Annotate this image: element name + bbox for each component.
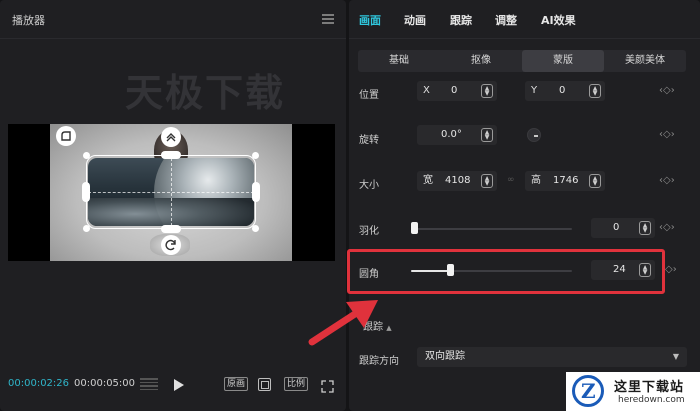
subtab-mask[interactable]: 蒙版 [522, 50, 604, 72]
feather-value: 0 [613, 222, 620, 233]
play-icon[interactable] [174, 379, 184, 391]
original-quality-button[interactable]: 原画 [224, 377, 249, 391]
mask-corner-handle[interactable] [252, 152, 259, 159]
mask-selection-border[interactable] [86, 155, 256, 229]
rotate-icon[interactable] [161, 235, 181, 255]
tab-animation[interactable]: 动画 [404, 12, 426, 28]
mask-left-handle[interactable] [82, 182, 90, 202]
watermark: 天极下载 [125, 71, 286, 115]
height-prefix: 高 [531, 175, 541, 186]
subtab-basic[interactable]: 基础 [358, 50, 440, 72]
mask-corner-handle[interactable] [252, 225, 259, 232]
corner-radius-icon[interactable] [56, 126, 76, 146]
stepper-icon[interactable]: ▲ ▼ [639, 221, 651, 235]
keyframe-icon[interactable]: ‹◇› [659, 222, 675, 233]
stepper-icon[interactable]: ▲ ▼ [589, 174, 601, 188]
feather-slider-track[interactable] [411, 228, 572, 230]
tab-ai-effects[interactable]: AI效果 [541, 12, 576, 28]
logo-mark: Z [572, 375, 604, 407]
stepper-icon[interactable]: ▲ ▼ [481, 174, 493, 188]
tracking-direction-label: 跟踪方向 [359, 356, 399, 367]
fullscreen-icon[interactable] [321, 378, 334, 393]
size-label: 大小 [359, 180, 379, 191]
tracking-direction-select[interactable]: 双向跟踪 ▼ [417, 347, 687, 367]
site-logo: Z 这里下载站 heredown.com [566, 372, 700, 411]
logo-name: 这里下载站 [614, 380, 685, 395]
subtab-beauty[interactable]: 美颜美体 [604, 50, 686, 72]
feather-label: 羽化 [359, 226, 379, 237]
player-panel: 播放器 天极下载 00:00:02:26 00:00:05:00 原画 比例 [0, 0, 346, 411]
stepper-icon[interactable]: ▲ ▼ [589, 84, 601, 98]
subtab-bar: 基础 抠像 蒙版 美颜美体 [358, 50, 686, 72]
tab-picture[interactable]: 画面 [359, 12, 381, 28]
stepper-icon[interactable]: ▲ ▼ [481, 84, 493, 98]
logo-url: heredown.com [618, 395, 685, 405]
rotation-value: 0.0° [441, 129, 462, 140]
divider [349, 38, 700, 39]
mask-top-handle[interactable] [161, 151, 181, 159]
keyframe-icon[interactable]: ‹◇› [659, 129, 675, 140]
tracking-direction-value: 双向跟踪 [425, 351, 465, 362]
tab-tracking[interactable]: 跟踪 [450, 12, 472, 28]
width-prefix: 宽 [423, 175, 433, 186]
size-height-field[interactable]: 高 1746 ▲ ▼ [525, 171, 605, 191]
waveform-icon[interactable] [140, 378, 158, 390]
logo-letter: Z [581, 379, 596, 403]
tab-adjust[interactable]: 调整 [495, 12, 517, 28]
x-value: 0 [451, 85, 458, 96]
menu-icon[interactable] [322, 14, 334, 24]
feather-chevron-icon[interactable] [161, 127, 181, 147]
width-value: 4108 [445, 175, 471, 186]
position-x-field[interactable]: X 0 ▲ ▼ [417, 81, 497, 101]
mask-bottom-handle[interactable] [161, 225, 181, 233]
keyframe-icon[interactable]: ◇› [665, 264, 677, 275]
properties-panel: 画面 动画 跟踪 调整 AI效果 基础 抠像 蒙版 美颜美体 位置 X 0 ▲ ▼… [349, 0, 700, 411]
y-prefix: Y [531, 85, 538, 96]
crop-icon[interactable] [258, 378, 271, 391]
height-value: 1746 [553, 175, 579, 186]
rotation-field[interactable]: 0.0° ▲ ▼ [417, 125, 497, 145]
feather-slider-knob[interactable] [411, 222, 418, 234]
mask-right-handle[interactable] [252, 182, 260, 202]
link-icon[interactable]: ∞ [507, 175, 515, 185]
mask-corner-handle[interactable] [83, 225, 90, 232]
position-y-field[interactable]: Y 0 ▲ ▼ [525, 81, 605, 101]
x-prefix: X [423, 85, 430, 96]
mask-corner-handle[interactable] [83, 152, 90, 159]
current-time: 00:00:02:26 [8, 378, 70, 389]
player-title: 播放器 [12, 14, 45, 27]
rotation-dial-icon[interactable] [527, 128, 541, 142]
y-value: 0 [559, 85, 566, 96]
app-window: 播放器 天极下载 00:00:02:26 00:00:05:00 原画 比例 画… [0, 0, 700, 411]
chevron-down-icon: ▼ [672, 352, 679, 361]
keyframe-icon[interactable]: ‹◇› [659, 85, 675, 96]
size-width-field[interactable]: 宽 4108 ▲ ▼ [417, 171, 497, 191]
keyframe-icon[interactable]: ‹◇› [659, 175, 675, 186]
annotation-arrow-icon [308, 300, 378, 346]
total-time: 00:00:05:00 [74, 378, 136, 389]
rotation-label: 旋转 [359, 135, 379, 146]
subtab-cutout[interactable]: 抠像 [440, 50, 522, 72]
stepper-icon[interactable]: ▲ ▼ [481, 128, 493, 142]
position-label: 位置 [359, 90, 379, 101]
tab-bar: 画面 动画 跟踪 调整 AI效果 [349, 0, 700, 38]
aspect-ratio-button[interactable]: 比例 [284, 377, 309, 391]
divider [0, 38, 346, 39]
annotation-highlight-box [347, 249, 665, 294]
feather-value-field[interactable]: 0 ▲ ▼ [591, 218, 655, 238]
